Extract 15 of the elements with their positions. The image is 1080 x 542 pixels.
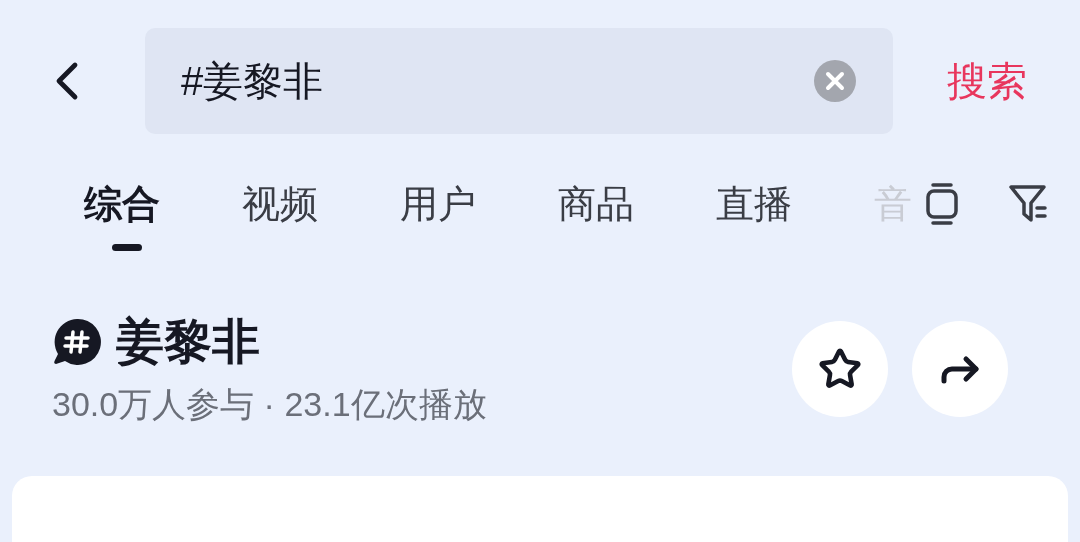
- star-icon: [818, 347, 862, 391]
- tab[interactable]: 综合: [84, 182, 242, 226]
- tab[interactable]: 商品: [558, 182, 716, 226]
- search-input[interactable]: #姜黎非: [181, 51, 813, 111]
- topic-title: 姜黎非: [116, 314, 260, 370]
- tab[interactable]: 用户: [400, 182, 558, 226]
- filter-icon[interactable]: [1008, 184, 1050, 224]
- hashtag-icon: [52, 317, 102, 367]
- tab-indicator: [112, 244, 142, 251]
- tablet-icon[interactable]: [924, 182, 960, 226]
- topic-stats: 30.0万人参与 · 23.1亿次播放: [52, 384, 487, 425]
- search-button[interactable]: 搜索: [893, 51, 1080, 111]
- search-field[interactable]: #姜黎非: [145, 28, 893, 134]
- tab[interactable]: 直播: [716, 182, 874, 226]
- tab[interactable]: 视频: [242, 182, 400, 226]
